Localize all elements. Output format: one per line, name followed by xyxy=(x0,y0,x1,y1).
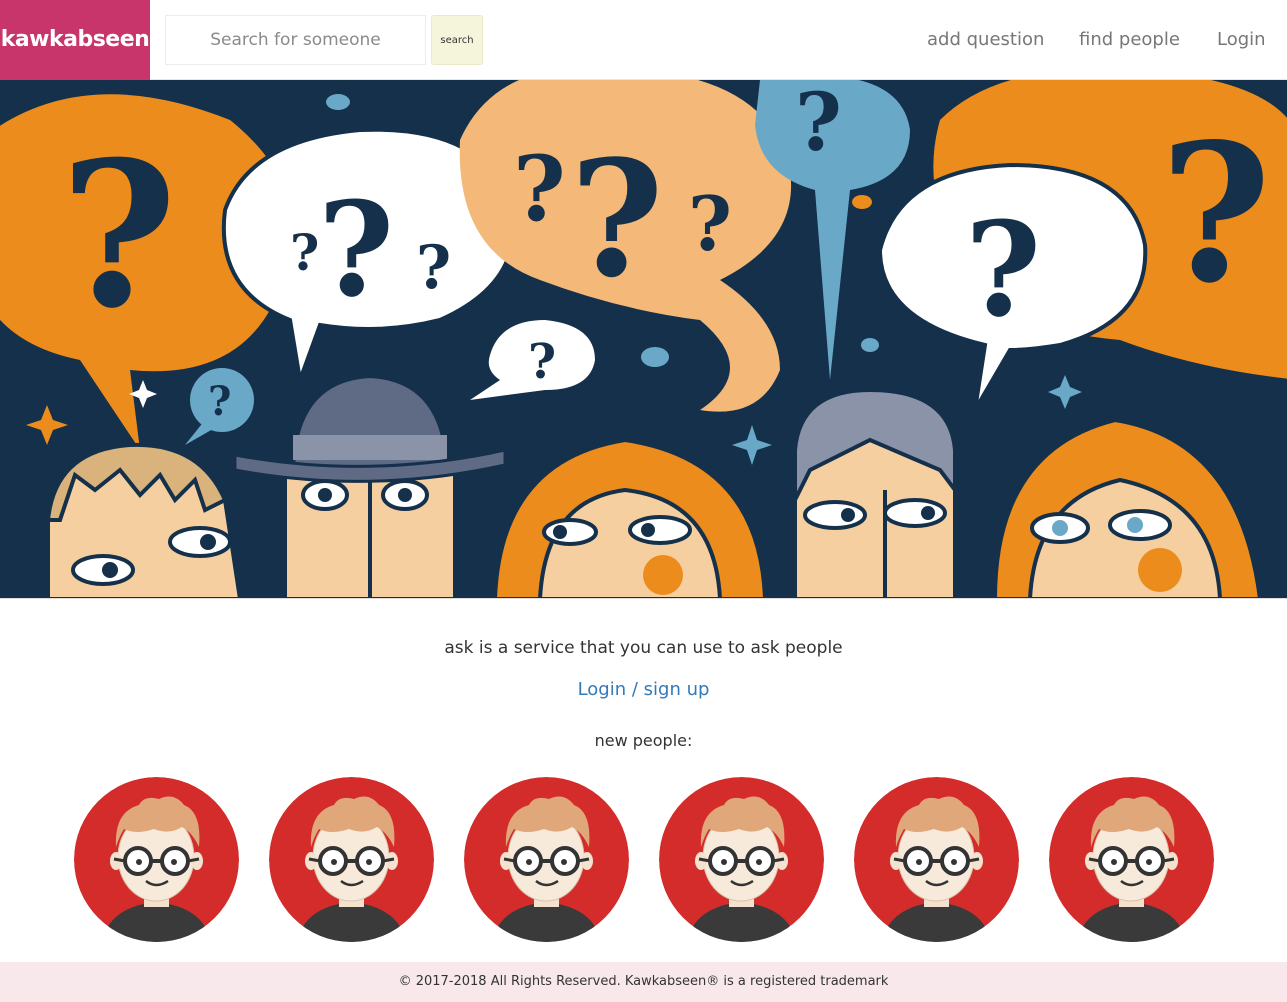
nav-find-people[interactable]: find people xyxy=(1079,0,1180,80)
person-avatar[interactable] xyxy=(854,777,1019,942)
svg-text:?: ? xyxy=(208,378,231,425)
person-avatar[interactable] xyxy=(464,777,629,942)
footer: © 2017-2018 All Rights Reserved. Kawkabs… xyxy=(0,962,1287,1002)
avatar-person-with-glasses-icon xyxy=(269,777,434,942)
nav-add-question[interactable]: add question xyxy=(927,0,1044,80)
avatar-person-with-glasses-icon xyxy=(74,777,239,942)
svg-text:?: ? xyxy=(688,180,732,268)
svg-text:?: ? xyxy=(528,334,556,390)
brand-logo[interactable]: kawkabseen xyxy=(0,0,150,80)
svg-text:?: ? xyxy=(290,223,319,282)
svg-text:?: ? xyxy=(416,233,451,303)
avatar-person-with-glasses-icon xyxy=(854,777,1019,942)
search-button[interactable]: search xyxy=(431,15,483,65)
service-tagline: ask is a service that you can use to ask… xyxy=(444,638,843,658)
navbar: kawkabseen search add question find peop… xyxy=(0,0,1287,80)
login-signup-link[interactable]: Login / sign up xyxy=(578,679,710,700)
svg-text:?: ? xyxy=(318,173,394,326)
avatar-person-with-glasses-icon xyxy=(659,777,824,942)
svg-text:?: ? xyxy=(1160,102,1271,325)
new-people-heading: new people: xyxy=(594,731,693,750)
avatar-person-with-glasses-icon xyxy=(1049,777,1214,942)
person-avatar[interactable] xyxy=(659,777,824,942)
avatar-person-with-glasses-icon xyxy=(464,777,629,942)
footer-copyright: © 2017-2018 All Rights Reserved. Kawkabs… xyxy=(398,974,889,989)
svg-text:?: ? xyxy=(60,118,177,353)
svg-text:?: ? xyxy=(965,193,1041,346)
new-people-list xyxy=(74,777,1214,942)
search-input[interactable] xyxy=(165,15,426,65)
hero-illustration: ? ? ? ? ? ? ? ? ? ? ? ? xyxy=(0,80,1287,599)
person-avatar[interactable] xyxy=(269,777,434,942)
svg-text:?: ? xyxy=(795,80,842,169)
person-avatar[interactable] xyxy=(1049,777,1214,942)
person-avatar[interactable] xyxy=(74,777,239,942)
nav-login[interactable]: Login xyxy=(1217,0,1266,80)
svg-text:?: ? xyxy=(513,136,566,242)
svg-text:?: ? xyxy=(570,125,664,313)
login-signup-link-wrapper: Login / sign up xyxy=(0,679,1287,700)
